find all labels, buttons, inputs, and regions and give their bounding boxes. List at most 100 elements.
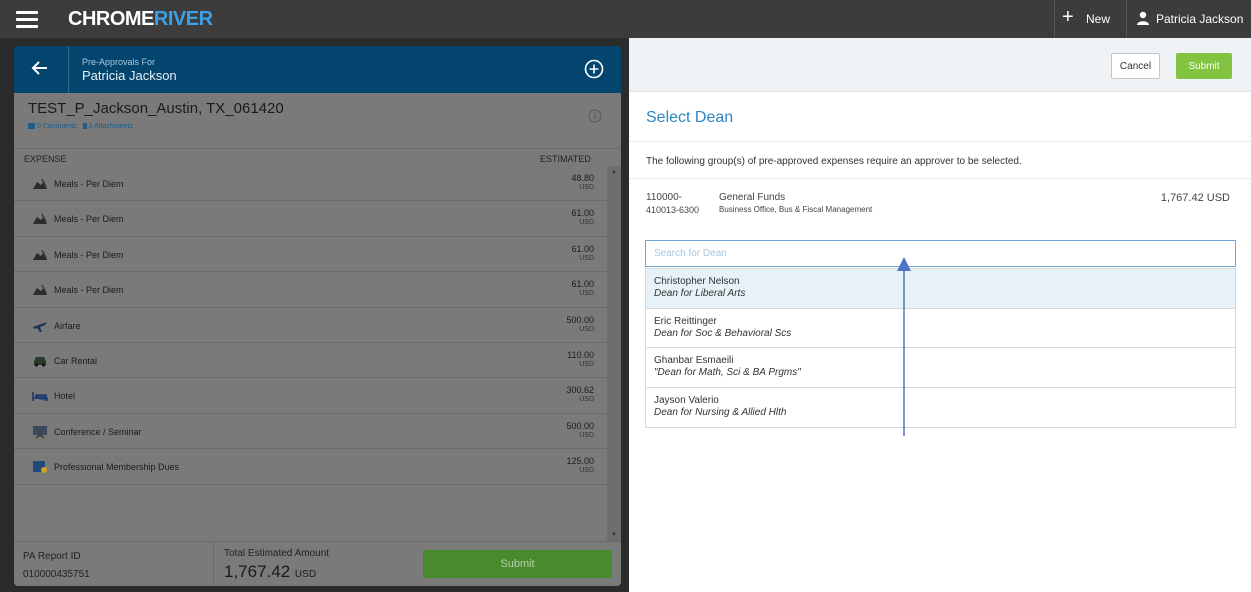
expense-name: Car Rental <box>54 355 98 366</box>
dean-name: Christopher Nelson <box>654 276 740 287</box>
dean-title: "Dean for Math, Sci & BA Prgms" <box>654 367 801 378</box>
report-title: TEST_P_Jackson_Austin, TX_061420 <box>28 100 284 117</box>
total-estimated-amount: 1,767.42 USD <box>224 562 316 582</box>
fund-department: Business Office, Bus & Fiscal Management <box>719 205 873 214</box>
scroll-up-icon[interactable]: ▲ <box>611 169 617 175</box>
pa-report-id-label: PA Report ID <box>23 551 81 562</box>
dean-name: Ghanbar Esmaeili <box>654 355 734 366</box>
select-dean-panel: Cancel Submit Select Dean The following … <box>629 38 1251 592</box>
comments-link[interactable]: 0 Comments <box>37 123 77 130</box>
header-divider <box>68 46 69 93</box>
attachments-link[interactable]: 3 Attachments <box>89 123 133 130</box>
total-amount-currency: USD <box>294 569 317 580</box>
fund-code-line2: 410013-6300 <box>646 205 700 215</box>
expense-row[interactable]: Meals - Per Diem 48.80 USD <box>14 166 607 202</box>
expense-row[interactable]: Airfare 500.00 USD <box>14 308 607 343</box>
comment-icon <box>28 123 35 130</box>
user-icon <box>1137 11 1149 25</box>
dean-option[interactable]: Jayson Valerio Dean for Nursing & Allied … <box>646 387 1235 427</box>
expense-row[interactable]: Meals - Per Diem 61.00 USD <box>14 272 607 308</box>
expense-amount: 61.00 <box>571 243 594 254</box>
header-name: Patricia Jackson <box>82 68 177 83</box>
instructions-text: The following group(s) of pre-approved e… <box>646 156 1022 167</box>
cancel-button[interactable]: Cancel <box>1111 53 1160 79</box>
pre-approval-footer: PA Report ID 010000435751 Total Estimate… <box>14 541 621 586</box>
expense-currency: USD <box>579 290 594 298</box>
fund-name: General Funds <box>719 192 786 203</box>
scrollbar[interactable]: ▲ ▼ <box>607 166 621 541</box>
expense-name: Meals - Per Diem <box>54 285 124 296</box>
dean-option[interactable]: Christopher Nelson Dean for Liberal Arts <box>646 269 1235 309</box>
brand-logo-part1: CHROME <box>68 8 154 30</box>
pre-approval-submit-button[interactable]: Submit <box>423 550 612 578</box>
expense-row[interactable]: Meals - Per Diem 61.00 USD <box>14 201 607 237</box>
user-name: Patricia Jackson <box>1156 12 1244 26</box>
plus-icon: + <box>1062 6 1074 28</box>
column-estimated: ESTIMATED <box>540 154 591 164</box>
expense-name: Conference / Seminar <box>54 426 142 437</box>
page-title: Select Dean <box>646 109 734 126</box>
expense-amount: 125.00 <box>566 456 594 467</box>
dean-search-input[interactable] <box>645 240 1236 267</box>
brand-logo: CHROMERIVER <box>68 8 213 31</box>
column-expense: EXPENSE <box>24 154 67 164</box>
total-estimated-label: Total Estimated Amount <box>224 548 330 559</box>
expense-currency: USD <box>579 467 594 475</box>
expense-currency: USD <box>579 254 594 262</box>
dean-name: Jayson Valerio <box>654 394 719 406</box>
pa-report-id: 010000435751 <box>23 569 90 580</box>
menu-icon[interactable] <box>16 9 38 29</box>
report-meta: 0 Comments 3 Attachments <box>28 123 133 130</box>
total-amount-value: 1,767.42 <box>224 562 291 581</box>
action-bar: Cancel Submit <box>629 38 1251 92</box>
dean-options-list: Christopher Nelson Dean for Liberal Arts E… <box>645 268 1236 428</box>
expense-row[interactable]: Hotel 300.62 USD <box>14 378 607 414</box>
expense-amount: 500.00 <box>566 314 594 325</box>
back-arrow-icon[interactable] <box>30 58 50 78</box>
expense-amount: 61.00 <box>571 279 594 290</box>
car-icon <box>32 354 48 368</box>
instructions-section: The following group(s) of pre-approved e… <box>629 141 1251 179</box>
expense-amount: 48.80 <box>571 173 594 183</box>
new-button[interactable]: + New <box>1054 0 1112 38</box>
expense-row[interactable]: Meals - Per Diem 61.00 USD <box>14 237 607 273</box>
submit-button[interactable]: Submit <box>1176 53 1232 79</box>
airplane-icon <box>32 319 48 333</box>
pre-approval-header: Pre-Approvals For Patricia Jackson <box>14 46 621 93</box>
expense-name: Meals - Per Diem <box>54 249 124 260</box>
expense-currency: USD <box>579 396 594 404</box>
fund-amount: 1,767.42 USD <box>1160 192 1230 204</box>
dean-option[interactable]: Ghanbar Esmaeili "Dean for Math, Sci & BA… <box>646 348 1235 388</box>
pre-approval-panel: Pre-Approvals For Patricia Jackson TEST_… <box>14 46 621 586</box>
expense-name: Professional Membership Dues <box>54 462 180 473</box>
meals-icon <box>32 212 48 226</box>
meals-icon <box>32 248 48 262</box>
meals-icon <box>32 283 48 297</box>
bed-icon <box>32 389 48 403</box>
expense-amount: 300.62 <box>566 385 594 396</box>
footer-divider <box>213 542 214 586</box>
info-icon[interactable] <box>588 109 602 123</box>
user-menu-button[interactable]: Patricia Jackson <box>1126 0 1251 38</box>
dean-name: Eric Reittinger <box>654 315 717 327</box>
expense-row[interactable]: Professional Membership Dues 125.00 USD <box>14 449 607 485</box>
attachment-icon <box>82 123 87 130</box>
expense-row[interactable]: Conference / Seminar 500.00 USD <box>14 414 607 450</box>
brand-logo-part2: RIVER <box>153 8 213 30</box>
scroll-down-icon[interactable]: ▼ <box>611 532 617 538</box>
expense-currency: USD <box>579 219 594 227</box>
expense-name: Meals - Per Diem <box>54 214 124 225</box>
expense-name: Hotel <box>54 391 76 402</box>
dean-option[interactable]: Eric Reittinger Dean for Soc & Behavioral… <box>646 308 1235 348</box>
add-circle-icon[interactable] <box>584 59 604 79</box>
dean-title: Dean for Liberal Arts <box>654 288 746 299</box>
new-button-label: New <box>1086 12 1111 26</box>
expense-row[interactable]: Car Rental 110.00 USD <box>14 343 607 379</box>
dean-title: Dean for Nursing & Allied Hlth <box>654 406 787 418</box>
header-subtitle: Pre-Approvals For <box>82 57 156 67</box>
meals-icon <box>32 177 48 191</box>
top-bar: CHROMERIVER + New Patricia Jackson <box>0 0 1251 38</box>
expense-amount: 61.00 <box>571 208 594 219</box>
membership-icon <box>32 460 48 474</box>
fund-code-line1: 110000- <box>646 192 682 203</box>
